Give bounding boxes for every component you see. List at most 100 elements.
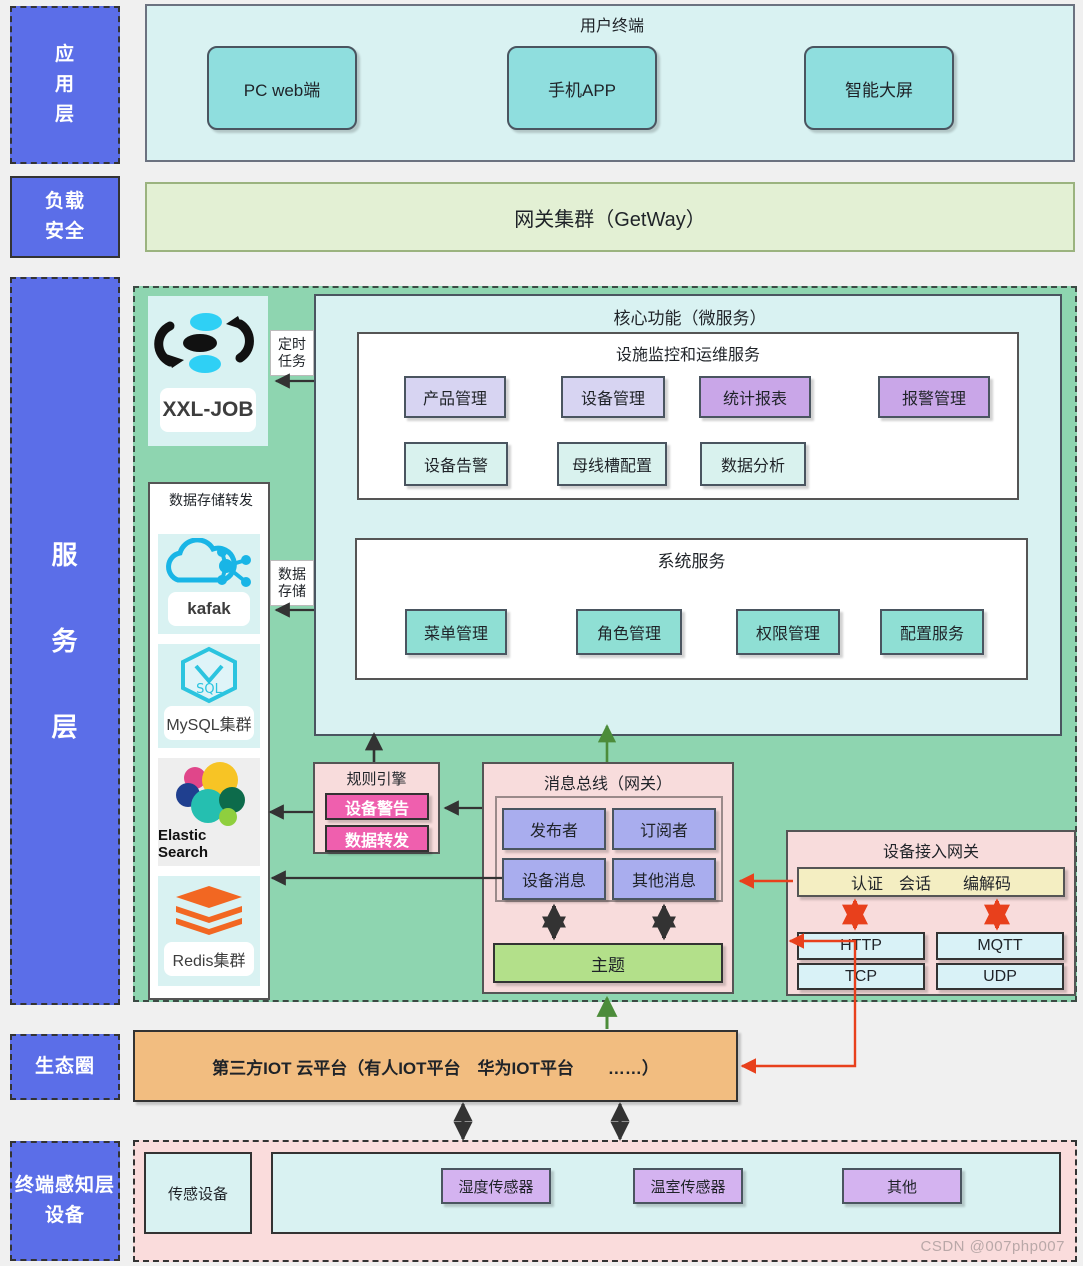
app-node-pc-web[interactable]: PC web端	[207, 46, 357, 130]
layer-label-loadbalance: 负载 安全	[10, 176, 120, 258]
message-bus-item-label: 发布者	[529, 823, 578, 840]
edge-label-line: 定时	[278, 336, 306, 352]
sensor-humidity[interactable]: 湿度传感器	[441, 1168, 551, 1204]
kafka-logo-icon	[166, 538, 251, 587]
storage-item-mysql[interactable]: SQL MySQL集群	[158, 644, 260, 748]
core-tile-label: 菜单管理	[423, 626, 488, 643]
sensor-greenhouse[interactable]: 温室传感器	[633, 1168, 743, 1204]
layer-label-line: 负载	[44, 191, 85, 212]
core-tile-menu-management[interactable]: 菜单管理	[405, 609, 507, 655]
rule-engine-item-label: 设备警告	[344, 800, 409, 818]
core-tile-permission-management[interactable]: 权限管理	[736, 609, 840, 655]
core-tile-label: 母线槽配置	[571, 458, 652, 475]
message-bus-item-subscriber[interactable]: 订阅者	[612, 808, 716, 850]
core-tile-role-management[interactable]: 角色管理	[576, 609, 682, 655]
core-tile-config-service[interactable]: 配置服务	[880, 609, 984, 655]
third-party-iot-platform-label: 第三方IOT 云平台（有人IOT平台 华为IOT平台 ……）	[212, 1058, 659, 1078]
mysql-logo-icon: SQL	[181, 646, 237, 704]
redis-name: Redis集群	[164, 942, 254, 976]
message-bus-topic[interactable]: 主题	[493, 943, 723, 983]
sensor-label: 湿度传感器	[458, 1178, 534, 1196]
xxl-job-card[interactable]: XXL-JOB	[148, 296, 268, 446]
layer-label-line: 层	[54, 104, 75, 125]
app-node-mobile-app[interactable]: 手机APP	[507, 46, 657, 130]
redis-logo-icon	[176, 886, 242, 935]
protocol-label: HTTP	[840, 937, 882, 954]
message-bus-item-label: 其他消息	[631, 873, 696, 890]
sensor-group-label-text: 传感设备	[167, 1185, 228, 1203]
core-tile-statistics-report[interactable]: 统计报表	[699, 376, 811, 418]
mysql-name: MySQL集群	[164, 706, 254, 740]
watermark: CSDN @007php007	[920, 1238, 1065, 1255]
protocol-label: TCP	[845, 967, 877, 985]
kafka-name: kafak	[168, 592, 250, 626]
storage-item-kafka[interactable]: kafak	[158, 534, 260, 634]
core-tile-label: 设备管理	[580, 391, 645, 408]
core-tile-label: 统计报表	[722, 391, 787, 408]
sensor-other[interactable]: 其他	[842, 1168, 962, 1204]
third-party-iot-platform[interactable]: 第三方IOT 云平台（有人IOT平台 华为IOT平台 ……）	[133, 1030, 738, 1102]
layer-label-line: 用	[54, 74, 75, 95]
elasticsearch-name: Elastic Search	[158, 827, 260, 861]
protocol-mqtt[interactable]: MQTT	[936, 932, 1064, 960]
device-gateway-title: 设备接入网关	[882, 844, 979, 861]
app-node-label: PC web端	[243, 80, 321, 100]
core-tile-product-management[interactable]: 产品管理	[404, 376, 506, 418]
protocol-udp[interactable]: UDP	[936, 963, 1064, 990]
core-tile-label: 报警管理	[901, 391, 966, 408]
core-tile-device-alarm[interactable]: 设备告警	[404, 442, 508, 486]
layer-label-line: 务	[51, 626, 79, 656]
xxl-job-label: XXL-JOB	[162, 398, 254, 421]
message-bus-item-label: 订阅者	[639, 823, 688, 840]
core-tile-device-management[interactable]: 设备管理	[561, 376, 665, 418]
message-bus-item-label: 设备消息	[521, 873, 586, 890]
core-function-title: 核心功能（微服务）	[613, 309, 767, 328]
device-gateway-capabilities[interactable]: 认证 会话 编解码	[797, 867, 1065, 897]
core-group-title: 系统服务	[657, 552, 726, 571]
sensor-device-group-label[interactable]: 传感设备	[144, 1152, 252, 1234]
core-tile-label: 产品管理	[422, 391, 487, 408]
core-tile-label: 配置服务	[899, 626, 964, 643]
svg-text:SQL: SQL	[196, 682, 222, 697]
rule-engine-item-device-alert[interactable]: 设备警告	[325, 793, 429, 820]
protocol-label: UDP	[983, 967, 1017, 985]
message-bus-item-device-message[interactable]: 设备消息	[502, 858, 606, 900]
edge-label-scheduled-task: 定时 任务	[270, 330, 314, 376]
message-bus-topic-label: 主题	[591, 955, 625, 975]
edge-label-line: 任务	[278, 353, 306, 369]
edge-label-data-storage: 数据 存储	[270, 560, 314, 606]
storage-item-elasticsearch[interactable]: Elastic Search	[158, 758, 260, 866]
layer-label-line: 应	[54, 44, 75, 65]
protocol-http[interactable]: HTTP	[797, 932, 925, 960]
app-node-smart-screen[interactable]: 智能大屏	[804, 46, 954, 130]
elasticsearch-logo-icon	[176, 762, 245, 826]
storage-column-title: 数据存储转发	[169, 492, 253, 508]
sensor-label: 其他	[886, 1178, 917, 1196]
layer-label-line: 安全	[44, 221, 85, 242]
app-node-label: 智能大屏	[845, 80, 913, 100]
rule-engine-item-data-forward[interactable]: 数据转发	[325, 825, 429, 852]
message-bus-item-publisher[interactable]: 发布者	[502, 808, 606, 850]
layer-label-application: 应 用 层	[10, 6, 120, 164]
kafka-label: kafak	[187, 599, 231, 618]
core-tile-label: 权限管理	[755, 626, 820, 643]
gateway-cluster-band[interactable]: 网关集群（GetWay）	[145, 182, 1075, 252]
core-tile-busway-config[interactable]: 母线槽配置	[557, 442, 667, 486]
redis-label: Redis集群	[172, 953, 246, 970]
message-bus-item-other-message[interactable]: 其他消息	[612, 858, 716, 900]
xxl-job-logo-icon	[154, 313, 254, 373]
core-tile-data-analysis[interactable]: 数据分析	[700, 442, 806, 486]
storage-item-redis[interactable]: Redis集群	[158, 876, 260, 986]
core-tile-label: 数据分析	[720, 458, 785, 475]
architecture-diagram: 应 用 层 用户终端 PC web端 手机APP 智能大屏 负载 安全 网关集群…	[0, 0, 1083, 1266]
message-bus-title: 消息总线（网关）	[543, 776, 672, 793]
edge-label-line: 存储	[278, 583, 306, 599]
core-tile-alarm-management[interactable]: 报警管理	[878, 376, 990, 418]
layer-label-service: 服 务 层	[10, 277, 120, 1005]
edge-label-line: 数据	[278, 566, 306, 582]
layer-label-line: 生态圈	[34, 1056, 95, 1077]
layer-label-line: 层	[51, 712, 79, 742]
device-gateway-capabilities-label: 认证 会话 编解码	[850, 876, 1011, 893]
xxl-job-name: XXL-JOB	[160, 388, 256, 432]
protocol-tcp[interactable]: TCP	[797, 963, 925, 990]
